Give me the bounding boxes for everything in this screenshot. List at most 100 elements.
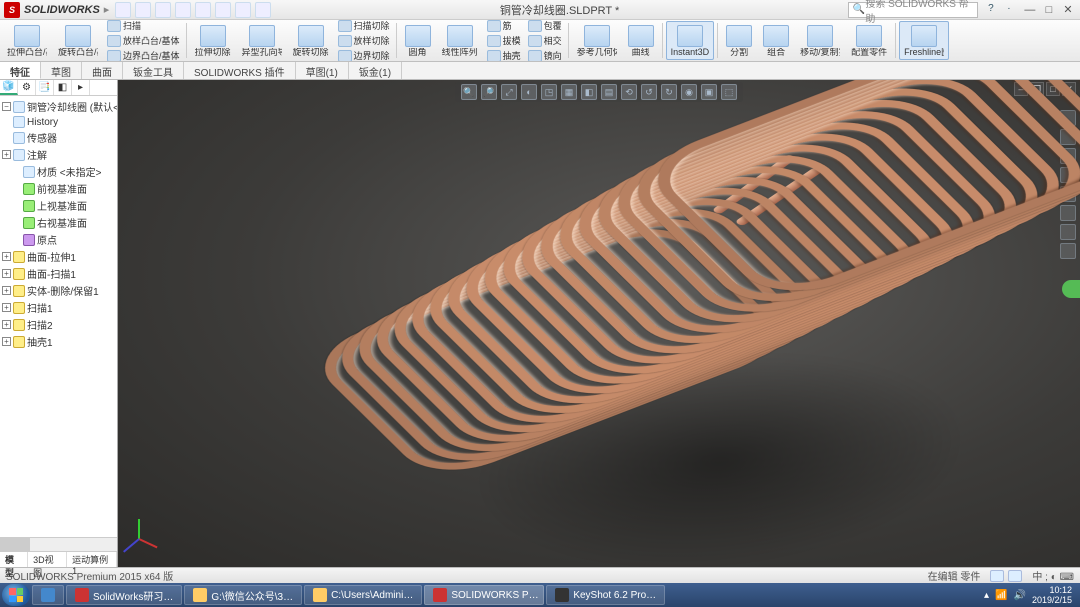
tree-node-History[interactable]: History bbox=[2, 115, 115, 129]
ribbon-[interactable]: 分割 bbox=[721, 21, 757, 60]
fm-tab-property-icon[interactable]: ⚙ bbox=[18, 80, 36, 95]
view-tool-6[interactable]: ◧ bbox=[581, 84, 597, 100]
tree-node-右视基准面[interactable]: 右视基准面 bbox=[2, 214, 115, 231]
graphics-viewport[interactable]: 🔍🔎⤢◐◳▦◧▤⟲↺↻◉▣⬚ – ❐ □ ✕ bbox=[118, 80, 1080, 567]
tree-toggle-icon[interactable]: + bbox=[2, 320, 11, 329]
ribbon-[interactable]: 异型孔向导 bbox=[237, 21, 287, 60]
task-pane-tab-7[interactable] bbox=[1060, 243, 1076, 259]
taskbar-item[interactable]: C:\Users\Admini… bbox=[304, 585, 422, 605]
tray-up-icon[interactable]: ▴ bbox=[984, 590, 989, 601]
view-tool-8[interactable]: ⟲ bbox=[621, 84, 637, 100]
tray-network-icon[interactable]: 📶 bbox=[995, 590, 1007, 601]
ribbon-[interactable]: 线性阵列 bbox=[437, 21, 483, 60]
ribbon-放样凸台/基体[interactable]: 放样凸台/基体 bbox=[104, 33, 183, 48]
brand-dropdown-icon[interactable]: ▸ bbox=[104, 3, 110, 16]
fm-tab-config-icon[interactable]: 📑 bbox=[36, 80, 54, 95]
view-tool-3[interactable]: ◐ bbox=[521, 84, 537, 100]
close-button[interactable]: ✕ bbox=[1060, 3, 1076, 16]
ribbon-边界切除[interactable]: 边界切除 bbox=[335, 48, 393, 62]
tree-toggle-icon[interactable]: + bbox=[2, 252, 11, 261]
ribbon-Freshline[interactable]: Freshline图形 bbox=[899, 21, 949, 60]
ribbon-tab-草图(1)[interactable]: 草图(1) bbox=[296, 62, 349, 79]
taskbar-item[interactable]: KeyShot 6.2 Pro… bbox=[546, 585, 665, 605]
tree-toggle-icon[interactable]: + bbox=[2, 150, 11, 159]
motion-tab-模型[interactable]: 模型 bbox=[0, 552, 28, 567]
tree-node-原点[interactable]: 原点 bbox=[2, 231, 115, 248]
tree-toggle-icon[interactable]: + bbox=[2, 337, 11, 346]
qat-print-icon[interactable] bbox=[175, 2, 191, 18]
tree-node-曲面-拉伸1[interactable]: +曲面-拉伸1 bbox=[2, 248, 115, 265]
ribbon-[interactable]: 配置零件 bbox=[846, 21, 892, 60]
ribbon-tab-钣金(1)[interactable]: 钣金(1) bbox=[349, 62, 402, 79]
ribbon-tab-SOLIDWORKS 插件[interactable]: SOLIDWORKS 插件 bbox=[184, 62, 296, 79]
maximize-button[interactable]: □ bbox=[1041, 4, 1057, 16]
tree-toggle-icon[interactable]: + bbox=[2, 269, 11, 278]
view-tool-2[interactable]: ⤢ bbox=[501, 84, 517, 100]
fm-tab-more-icon[interactable]: ▸ bbox=[72, 80, 90, 95]
qat-options-icon[interactable] bbox=[235, 2, 251, 18]
ribbon-筋[interactable]: 筋 bbox=[484, 20, 524, 33]
tree-node-上视基准面[interactable]: 上视基准面 bbox=[2, 197, 115, 214]
view-tool-9[interactable]: ↺ bbox=[641, 84, 657, 100]
motion-tab-3D视图[interactable]: 3D视图 bbox=[28, 552, 67, 567]
status-custom-icon[interactable] bbox=[1008, 570, 1022, 582]
view-tool-5[interactable]: ▦ bbox=[561, 84, 577, 100]
task-pane-tab-5[interactable] bbox=[1060, 205, 1076, 221]
ribbon-[interactable]: 参考几何体 bbox=[572, 21, 622, 60]
ribbon-tab-草图[interactable]: 草图 bbox=[41, 62, 82, 79]
whatsnew-icon[interactable]: · bbox=[1002, 3, 1016, 17]
tree-node-材质 <未指定>[interactable]: 材质 <未指定> bbox=[2, 163, 115, 180]
tree-toggle-icon[interactable]: + bbox=[2, 286, 11, 295]
qat-new-icon[interactable] bbox=[115, 2, 131, 18]
ribbon-[interactable]: 组合 bbox=[758, 21, 794, 60]
view-tool-11[interactable]: ◉ bbox=[681, 84, 697, 100]
view-tool-10[interactable]: ↻ bbox=[661, 84, 677, 100]
view-tool-12[interactable]: ▣ bbox=[701, 84, 717, 100]
tree-node-实体-删除/保留1[interactable]: +实体-删除/保留1 bbox=[2, 282, 115, 299]
tree-toggle-icon[interactable]: + bbox=[2, 303, 11, 312]
taskbar-item[interactable]: SOLIDWORKS P… bbox=[424, 585, 544, 605]
ribbon-抽壳[interactable]: 抽壳 bbox=[484, 48, 524, 62]
ribbon-tab-特征[interactable]: 特征 bbox=[0, 62, 41, 79]
ribbon-镜向[interactable]: 镜向 bbox=[525, 48, 565, 62]
tree-toggle-icon[interactable]: − bbox=[2, 102, 11, 111]
taskbar-clock[interactable]: 10:12 2019/2/15 bbox=[1032, 585, 1072, 605]
ribbon-相交[interactable]: 相交 bbox=[525, 33, 565, 48]
view-tool-1[interactable]: 🔎 bbox=[481, 84, 497, 100]
ribbon-[interactable]: 圆角 bbox=[400, 21, 436, 60]
tree-node-注解[interactable]: +注解 bbox=[2, 146, 115, 163]
taskbar-item[interactable]: SolidWorks研习… bbox=[66, 585, 182, 605]
qat-rebuild-icon[interactable] bbox=[255, 2, 271, 18]
feature-panel-hscroll[interactable] bbox=[0, 537, 117, 551]
view-tool-7[interactable]: ▤ bbox=[601, 84, 617, 100]
status-unit-icon[interactable] bbox=[990, 570, 1004, 582]
ribbon-tab-曲面[interactable]: 曲面 bbox=[82, 62, 123, 79]
tree-node-曲面-扫描1[interactable]: +曲面-扫描1 bbox=[2, 265, 115, 282]
tree-node-前视基准面[interactable]: 前视基准面 bbox=[2, 180, 115, 197]
tree-node-抽壳1[interactable]: +抽壳1 bbox=[2, 333, 115, 350]
ime-indicator[interactable]: 中 ; ◐ ⌨ bbox=[1032, 568, 1074, 583]
orientation-triad[interactable] bbox=[126, 507, 166, 547]
ribbon-[interactable]: 拉伸切除 bbox=[190, 21, 236, 60]
minimize-button[interactable]: — bbox=[1022, 4, 1038, 16]
ribbon-放样切除[interactable]: 放样切除 bbox=[335, 33, 393, 48]
tree-root[interactable]: −铜管冷却线圈 (默认<<默认>_显 bbox=[2, 98, 115, 115]
fm-tab-display-icon[interactable]: ◧ bbox=[54, 80, 72, 95]
ribbon-扫描切除[interactable]: 扫描切除 bbox=[335, 20, 393, 33]
ribbon-[interactable]: 旋转切除 bbox=[288, 21, 334, 60]
ribbon-[interactable]: 旋转凸台/基体 bbox=[53, 21, 103, 60]
help-search-input[interactable]: 🔍 搜索 SOLIDWORKS 帮助 bbox=[848, 2, 978, 18]
view-tool-0[interactable]: 🔍 bbox=[461, 84, 477, 100]
taskbar-item[interactable] bbox=[32, 585, 64, 605]
ribbon-[interactable]: 曲线 bbox=[623, 21, 659, 60]
ribbon-[interactable]: 移动/复制实体 bbox=[795, 21, 845, 60]
tree-node-扫描1[interactable]: +扫描1 bbox=[2, 299, 115, 316]
ribbon-拔模[interactable]: 拔模 bbox=[484, 33, 524, 48]
ribbon-Instant3D[interactable]: Instant3D bbox=[666, 21, 715, 60]
view-tool-4[interactable]: ◳ bbox=[541, 84, 557, 100]
help-icon[interactable]: ? bbox=[984, 3, 998, 17]
qat-undo-icon[interactable] bbox=[195, 2, 211, 18]
ribbon-边界凸台/基体[interactable]: 边界凸台/基体 bbox=[104, 48, 183, 62]
ribbon-扫描[interactable]: 扫描 bbox=[104, 20, 183, 33]
view-tool-13[interactable]: ⬚ bbox=[721, 84, 737, 100]
